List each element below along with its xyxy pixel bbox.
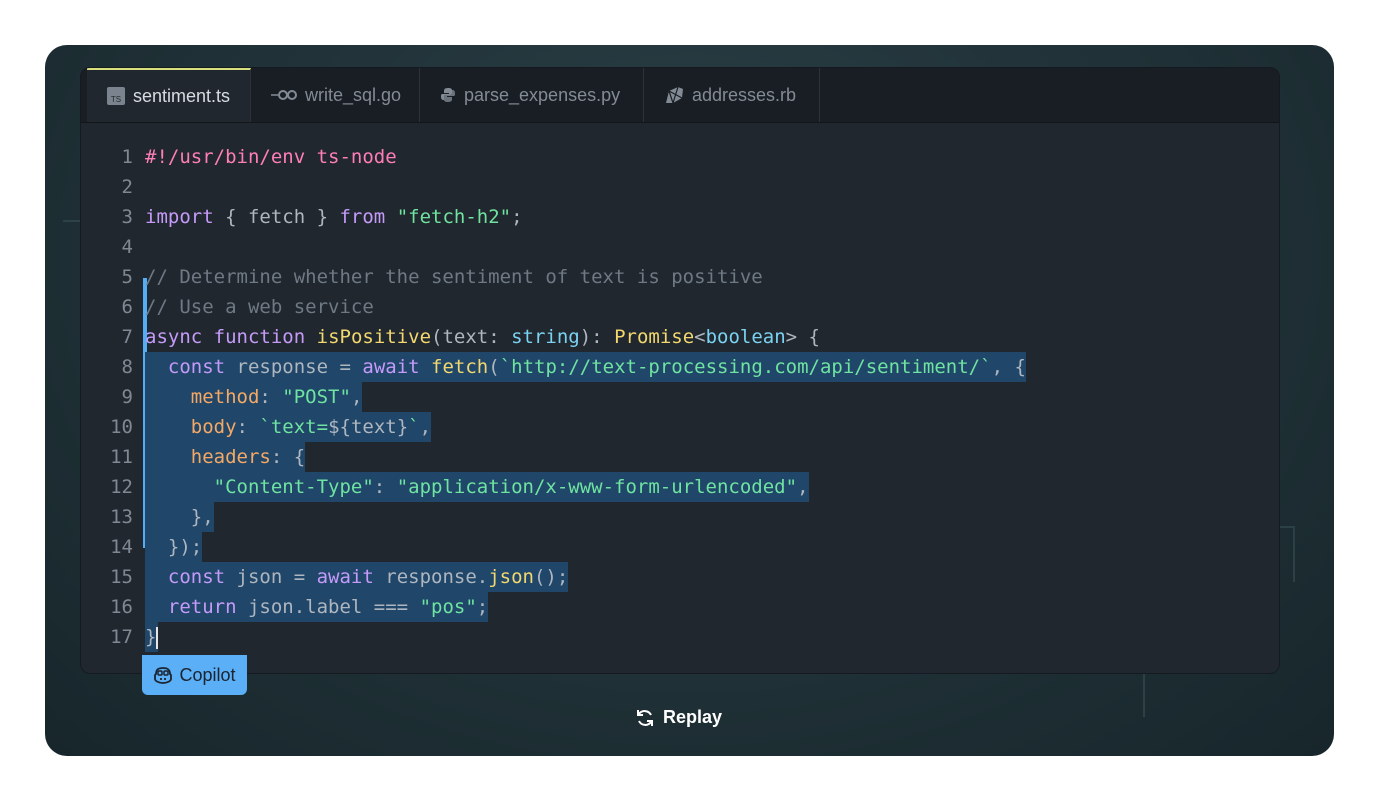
code-line-selected: 17} bbox=[81, 622, 1279, 652]
line-number: 5 bbox=[121, 266, 133, 288]
code-line-selected: 12 "Content-Type": "application/x-www-fo… bbox=[81, 472, 1279, 502]
tab-label: write_sql.go bbox=[305, 84, 402, 105]
code-area[interactable]: 1 #!/usr/bin/env ts-node 2 3 import { fetc… bbox=[81, 142, 1279, 652]
line-number: 16 bbox=[110, 596, 133, 618]
decorative-line bbox=[1143, 671, 1145, 717]
tab-label: sentiment.ts bbox=[133, 85, 231, 106]
code-line: 1 #!/usr/bin/env ts-node bbox=[81, 142, 1279, 172]
ruby-icon bbox=[664, 86, 684, 104]
line-number: 14 bbox=[110, 536, 133, 558]
tab-write-sql-go[interactable]: write_sql.go bbox=[251, 68, 420, 122]
code-line-selected: 11 headers: { bbox=[81, 442, 1279, 472]
line-number: 7 bbox=[121, 326, 133, 348]
tab-addresses-rb[interactable]: addresses.rb bbox=[644, 68, 820, 122]
code-line-selected: 13 }, bbox=[81, 502, 1279, 532]
replay-icon bbox=[635, 708, 655, 728]
tab-label: addresses.rb bbox=[692, 84, 797, 105]
tab-label: parse_expenses.py bbox=[464, 84, 621, 105]
line-number: 4 bbox=[121, 236, 133, 258]
tab-bar: TS sentiment.ts write_sql.go parse_expen… bbox=[81, 68, 1279, 123]
code-line-selected: 9 method: "POST", bbox=[81, 382, 1279, 412]
line-number: 1 bbox=[121, 146, 133, 168]
code-line-selected: 16 return json.label === "pos"; bbox=[81, 592, 1279, 622]
copilot-label: Copilot bbox=[179, 664, 236, 685]
line-number: 17 bbox=[110, 626, 133, 648]
typescript-icon: TS bbox=[107, 87, 125, 105]
text-cursor bbox=[156, 626, 159, 649]
code-line: 2 bbox=[81, 172, 1279, 202]
line-number: 9 bbox=[121, 386, 133, 408]
line-number: 11 bbox=[110, 446, 133, 468]
copilot-icon bbox=[153, 666, 173, 684]
line-number: 15 bbox=[110, 566, 133, 588]
code-line-selected: 15 const json = await response.json(); bbox=[81, 562, 1279, 592]
code-line: 5// Determine whether the sentiment of t… bbox=[81, 262, 1279, 292]
ts-badge-text: TS bbox=[111, 95, 121, 104]
code-line: 6// Use a web service bbox=[81, 292, 1279, 322]
line-number: 13 bbox=[110, 506, 133, 528]
line-number: 10 bbox=[110, 416, 133, 438]
line-number: 3 bbox=[121, 206, 133, 228]
code-line-selected: 10 body: `text=${text}`, bbox=[81, 412, 1279, 442]
replay-button[interactable]: Replay bbox=[635, 707, 722, 728]
tab-parse-expenses-py[interactable]: parse_expenses.py bbox=[420, 68, 644, 122]
line-number: 8 bbox=[121, 356, 133, 378]
code-editor: TS sentiment.ts write_sql.go parse_expen… bbox=[80, 67, 1280, 674]
code-line: 3 import { fetch } from "fetch-h2"; bbox=[81, 202, 1279, 232]
line-number: 2 bbox=[121, 176, 133, 198]
code-line-selected: 14 }); bbox=[81, 532, 1279, 562]
code-line: 4 bbox=[81, 232, 1279, 262]
replay-label: Replay bbox=[663, 707, 723, 727]
python-icon bbox=[440, 87, 456, 103]
code-line-selected: 8 const response = await fetch(`http://t… bbox=[81, 352, 1279, 382]
tab-sentiment-ts[interactable]: TS sentiment.ts bbox=[87, 68, 251, 122]
go-icon bbox=[271, 88, 297, 102]
code-line: 7 async function isPositive(text: string)… bbox=[81, 322, 1279, 352]
line-number: 12 bbox=[110, 476, 133, 498]
line-number: 6 bbox=[121, 296, 133, 318]
copilot-badge[interactable]: Copilot bbox=[142, 655, 247, 695]
